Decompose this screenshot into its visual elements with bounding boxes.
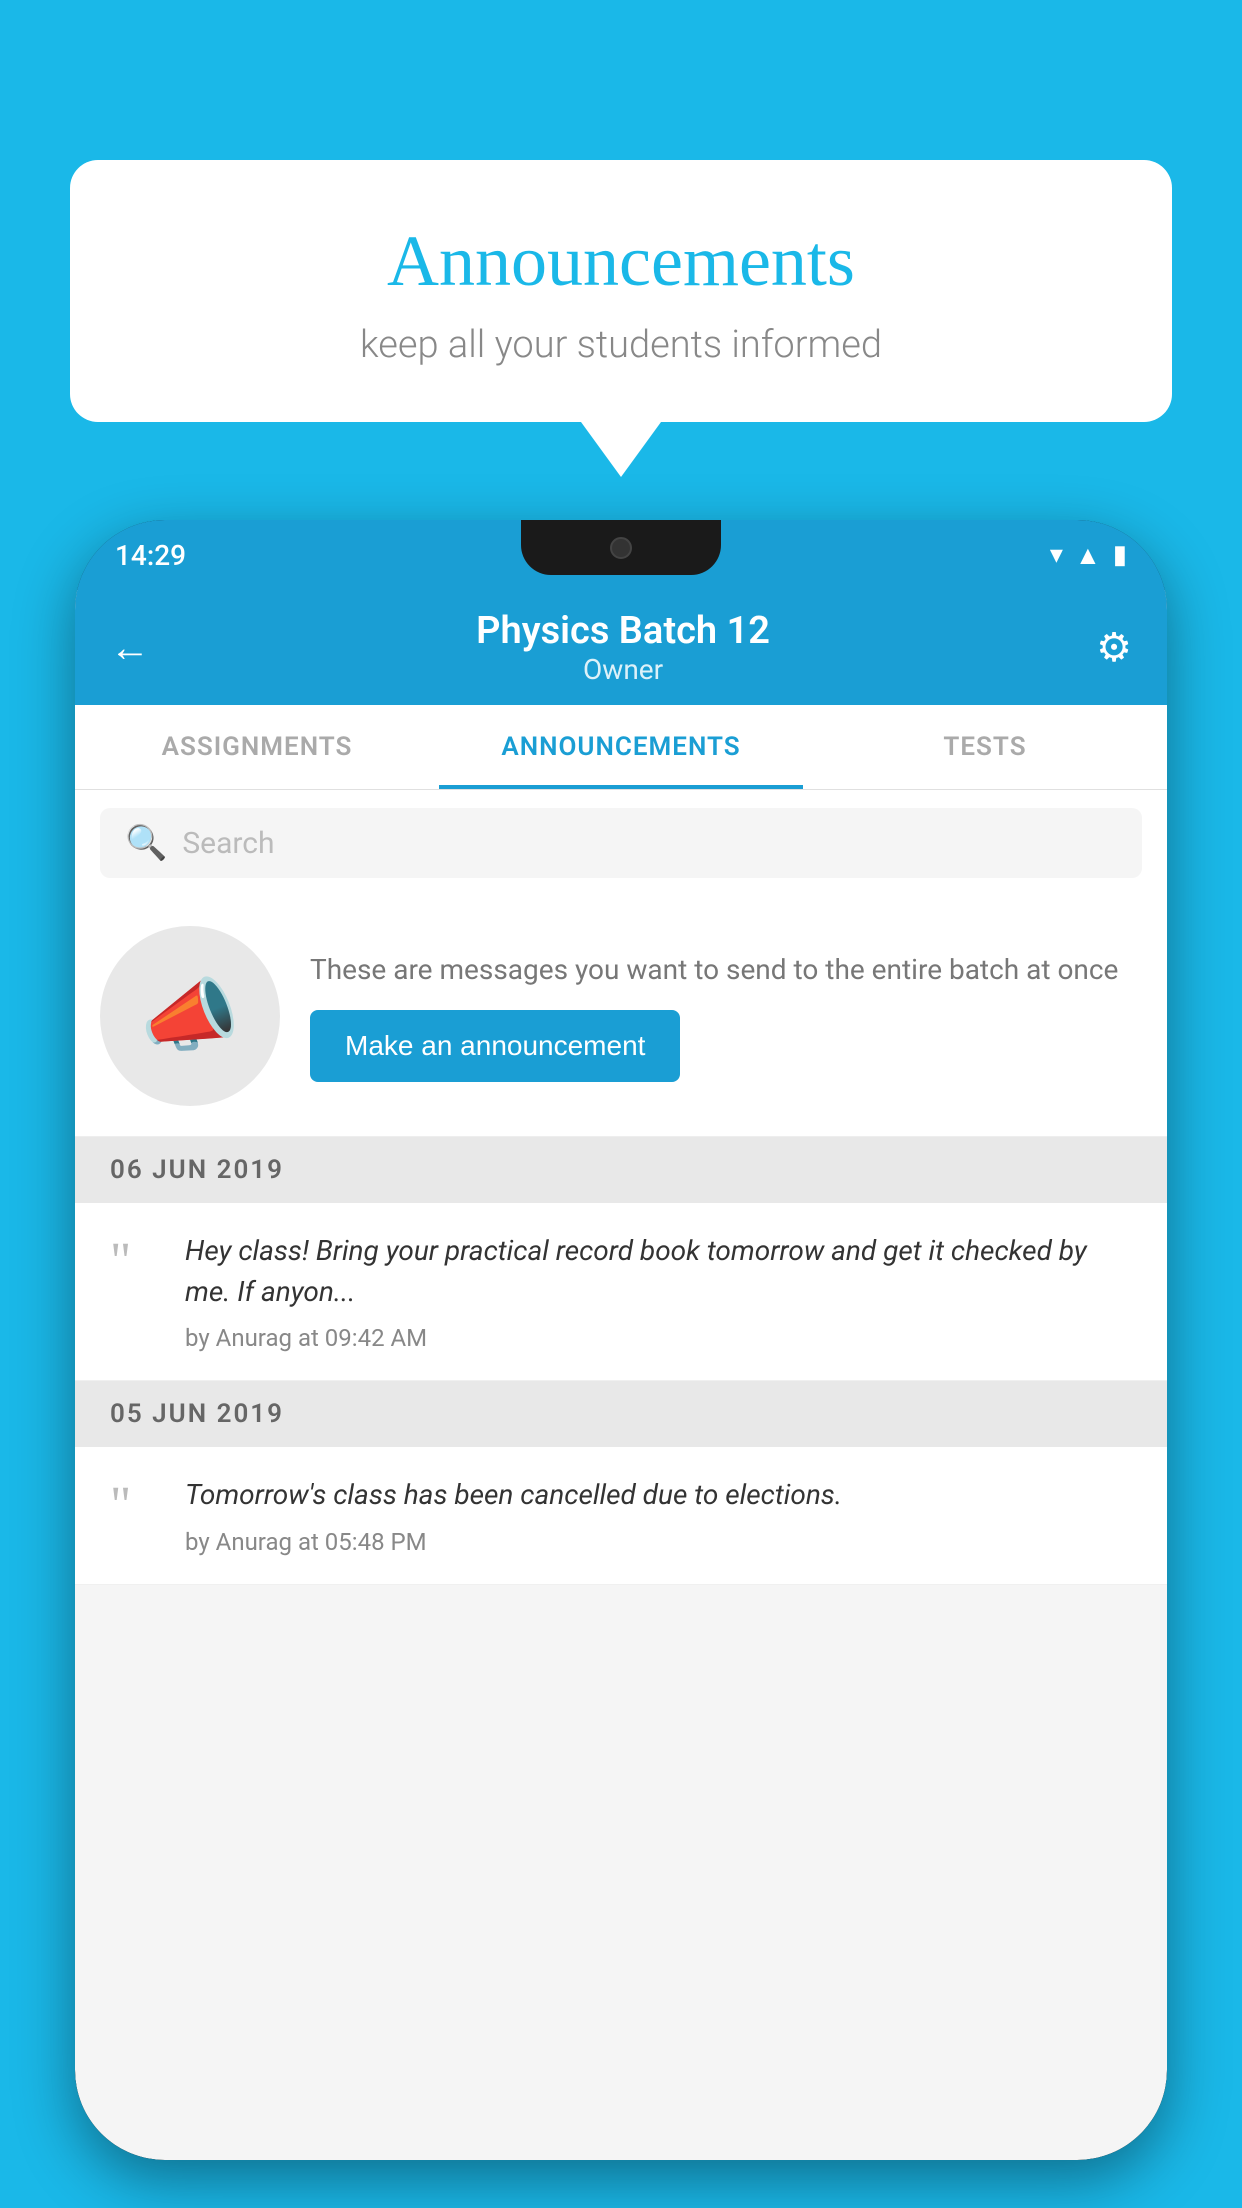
phone-mockup: 14:29 ▾ ▲ ▮ ← Physics Batch 12 Owner [75,520,1167,2208]
phone-notch [521,520,721,575]
phone-screen: ← Physics Batch 12 Owner ⚙ ASSIGNMENTS A… [75,590,1167,2160]
header-subtitle: Owner [476,653,770,686]
megaphone-icon: 📣 [140,969,240,1063]
speech-bubble-subtitle: keep all your students informed [130,323,1112,367]
speech-bubble-card: Announcements keep all your students inf… [70,160,1172,422]
announcement-text-1: Hey class! Bring your practical record b… [185,1231,1132,1312]
make-announcement-button[interactable]: Make an announcement [310,1010,680,1082]
date-separator-2: 05 JUN 2019 [75,1381,1167,1447]
status-time: 14:29 [115,539,186,572]
status-bar: 14:29 ▾ ▲ ▮ [75,520,1167,590]
promo-content: These are messages you want to send to t… [310,950,1142,1081]
announcement-meta-2: by Anurag at 05:48 PM [185,1528,842,1556]
promo-description: These are messages you want to send to t… [310,950,1142,989]
announcement-item-2[interactable]: " Tomorrow's class has been cancelled du… [75,1447,1167,1585]
app-header: ← Physics Batch 12 Owner ⚙ [75,590,1167,705]
search-icon: 🔍 [125,823,167,863]
settings-icon[interactable]: ⚙ [1096,624,1132,671]
header-title: Physics Batch 12 [476,609,770,653]
announcement-meta-1: by Anurag at 09:42 AM [185,1324,1132,1352]
search-bar[interactable]: 🔍 Search [100,808,1142,878]
search-bar-container: 🔍 Search [75,790,1167,896]
phone-camera [610,537,632,559]
quote-icon-1: " [110,1236,160,1288]
announcement-content-1: Hey class! Bring your practical record b… [185,1231,1132,1352]
tab-tests[interactable]: TESTS [803,705,1167,789]
battery-icon: ▮ [1113,540,1127,570]
back-button[interactable]: ← [110,624,150,671]
status-icons: ▾ ▲ ▮ [1050,540,1127,571]
speech-bubble-section: Announcements keep all your students inf… [70,160,1172,477]
tabs-bar: ASSIGNMENTS ANNOUNCEMENTS TESTS [75,705,1167,790]
signal-icon: ▲ [1075,540,1101,571]
speech-bubble-title: Announcements [130,220,1112,303]
announcement-text-2: Tomorrow's class has been cancelled due … [185,1475,842,1516]
search-placeholder: Search [182,826,274,861]
wifi-icon: ▾ [1050,540,1063,570]
phone-inner: ← Physics Batch 12 Owner ⚙ ASSIGNMENTS A… [75,590,1167,2160]
promo-section: 📣 These are messages you want to send to… [75,896,1167,1137]
date-separator-1: 06 JUN 2019 [75,1137,1167,1203]
promo-icon-circle: 📣 [100,926,280,1106]
announcement-item-1[interactable]: " Hey class! Bring your practical record… [75,1203,1167,1381]
announcement-content-2: Tomorrow's class has been cancelled due … [185,1475,842,1556]
phone-frame: 14:29 ▾ ▲ ▮ ← Physics Batch 12 Owner [75,520,1167,2160]
quote-icon-2: " [110,1480,160,1532]
header-title-group: Physics Batch 12 Owner [476,609,770,686]
tab-assignments[interactable]: ASSIGNMENTS [75,705,439,789]
tab-announcements[interactable]: ANNOUNCEMENTS [439,705,803,789]
speech-bubble-arrow [581,422,661,477]
